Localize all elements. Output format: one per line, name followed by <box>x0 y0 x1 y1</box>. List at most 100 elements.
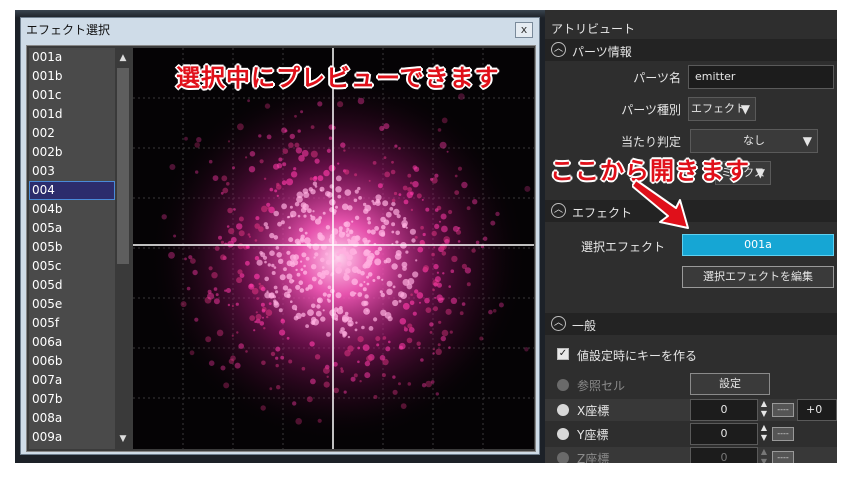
particle <box>281 203 287 210</box>
particle <box>444 238 450 245</box>
particle <box>372 279 376 282</box>
particle <box>328 236 336 244</box>
x-coordinate-dash-button[interactable]: ---- <box>772 403 794 417</box>
part-type-dropdown[interactable]: エフェクト ▼ <box>688 97 756 121</box>
ref-cell-set-button[interactable]: 設定 <box>690 373 770 395</box>
effect-list[interactable]: 001a 001b 001c 001d 002 002b 003 004 004b 005a 005… <box>29 48 115 449</box>
effect-list-item[interactable]: 007a <box>29 371 115 390</box>
effect-list-item[interactable]: 006a <box>29 333 115 352</box>
particle <box>258 226 264 232</box>
particle <box>377 183 383 189</box>
particle <box>267 206 271 210</box>
effect-list-item[interactable]: 005c <box>29 257 115 276</box>
particle <box>298 155 305 162</box>
particle <box>466 206 471 211</box>
particle <box>259 321 265 326</box>
close-icon[interactable]: x <box>515 22 533 38</box>
particle <box>280 355 285 360</box>
effect-list-item[interactable]: 005a <box>29 219 115 238</box>
edit-selected-effect-button[interactable]: 選択エフェクトを編集 <box>682 266 834 288</box>
create-key-checkbox[interactable]: ✓ <box>557 348 569 360</box>
particle <box>488 309 493 315</box>
effect-list-scrollbar[interactable]: ▲ ▼ <box>115 48 131 449</box>
effect-list-item[interactable]: 005e <box>29 295 115 314</box>
scroll-thumb[interactable] <box>117 68 129 264</box>
effect-list-item[interactable]: 005d <box>29 276 115 295</box>
particle <box>437 343 441 347</box>
particle <box>391 198 396 203</box>
hit-detection-dropdown[interactable]: なし ▼ <box>690 129 818 153</box>
particle <box>346 260 352 266</box>
x-coordinate-label: X座標 <box>577 404 610 418</box>
spin-up-icon[interactable]: ▲ <box>759 447 769 457</box>
ref-cell-radio[interactable] <box>557 379 569 391</box>
spin-down-icon[interactable]: ▼ <box>759 433 769 443</box>
effect-list-item[interactable]: 001c <box>29 86 115 105</box>
effect-list-item[interactable]: 001a <box>29 48 115 67</box>
effect-list-item[interactable]: 004b <box>29 200 115 219</box>
effect-list-item[interactable]: 009a <box>29 428 115 447</box>
particle <box>357 360 360 364</box>
effect-list-item[interactable]: 001b <box>29 67 115 86</box>
spin-down-icon[interactable]: ▼ <box>759 457 769 463</box>
z-coordinate-radio[interactable] <box>557 452 569 463</box>
hit-detection-value: なし <box>743 134 765 147</box>
effect-list-item[interactable]: 006b <box>29 352 115 371</box>
particle <box>238 216 244 222</box>
particle <box>214 246 220 251</box>
y-coordinate-input[interactable]: 0 <box>690 423 758 445</box>
collapse-chevron-icon[interactable]: ︿ <box>551 42 566 57</box>
effect-preview <box>133 48 534 449</box>
general-section-header[interactable]: ︿ 一般 <box>545 313 837 335</box>
particle <box>255 313 262 320</box>
spin-up-icon[interactable]: ▲ <box>759 399 769 409</box>
particle <box>438 320 442 324</box>
particle <box>380 216 386 223</box>
z-coordinate-spinner[interactable]: ▲ ▼ <box>759 447 769 463</box>
effect-list-item[interactable]: 002 <box>29 124 115 143</box>
particle <box>459 311 464 316</box>
z-coordinate-dash-button[interactable]: ---- <box>772 451 794 463</box>
part-name-field[interactable]: emitter <box>688 65 834 89</box>
effect-list-item[interactable]: 002b <box>29 143 115 162</box>
x-coordinate-radio[interactable] <box>557 404 569 416</box>
effect-list-item[interactable]: 005f <box>29 314 115 333</box>
x-coordinate-spinner[interactable]: ▲ ▼ <box>759 399 769 421</box>
y-coordinate-radio[interactable] <box>557 428 569 440</box>
particle <box>207 292 215 300</box>
particle <box>305 256 310 261</box>
particle <box>383 123 390 130</box>
x-coordinate-input[interactable]: 0 <box>690 399 758 421</box>
particle <box>282 285 289 291</box>
collapse-chevron-icon[interactable]: ︿ <box>551 203 566 218</box>
scroll-up-icon[interactable]: ▲ <box>115 50 131 66</box>
particle <box>364 294 369 299</box>
particle <box>294 114 297 118</box>
x-offset-field[interactable]: +0 <box>797 399 837 421</box>
part-name-label: パーツ名 <box>633 71 681 85</box>
spin-down-icon[interactable]: ▼ <box>759 409 769 419</box>
particle <box>216 329 224 337</box>
scroll-down-icon[interactable]: ▼ <box>115 431 131 447</box>
effect-list-item[interactable]: 005b <box>29 238 115 257</box>
effect-list-item[interactable]: 008a <box>29 409 115 428</box>
parts-info-section-label: パーツ情報 <box>572 45 632 59</box>
particle <box>449 330 453 334</box>
y-coordinate-dash-button[interactable]: ---- <box>772 427 794 441</box>
collapse-chevron-icon[interactable]: ︿ <box>551 316 566 331</box>
effect-list-item[interactable]: 007b <box>29 390 115 409</box>
selected-effect-button[interactable]: 001a <box>682 234 834 256</box>
particle <box>245 156 248 159</box>
particle <box>441 225 448 233</box>
parts-info-section-header[interactable]: ︿ パーツ情報 <box>545 39 837 61</box>
particle <box>300 234 305 239</box>
spin-up-icon[interactable]: ▲ <box>759 423 769 433</box>
dialog-body: 001a 001b 001c 001d 002 002b 003 004 004b 005a 005… <box>26 45 536 452</box>
particle <box>294 308 298 311</box>
y-coordinate-spinner[interactable]: ▲ ▼ <box>759 423 769 445</box>
effect-list-item[interactable]: 001d <box>29 105 115 124</box>
effect-list-item[interactable]: 003 <box>29 162 115 181</box>
particle <box>325 225 331 230</box>
effect-list-item[interactable]: 004 <box>29 181 115 200</box>
z-coordinate-input[interactable]: 0 <box>690 447 758 463</box>
